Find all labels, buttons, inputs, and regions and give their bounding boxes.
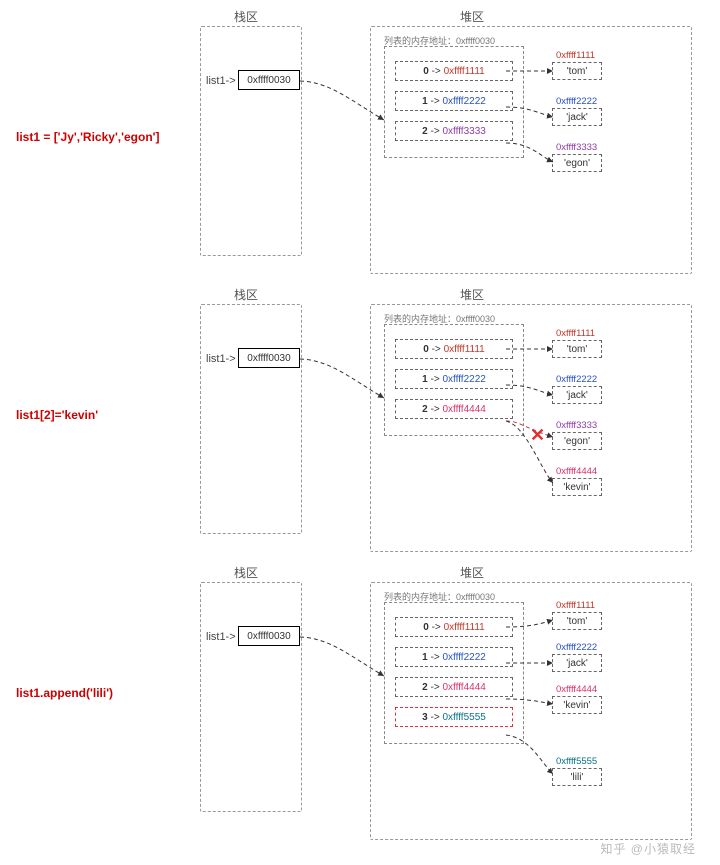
slot-index: 0 bbox=[423, 66, 429, 77]
list-container: 0 -> 0xffff1111 1 -> 0xffff2222 2 -> 0xfff… bbox=[384, 46, 524, 158]
list-container: 0 -> 0xffff1111 1 -> 0xffff2222 2 -> 0xfff… bbox=[384, 324, 524, 436]
value-group: 0xffff1111'tom' bbox=[552, 600, 672, 638]
watermark: 知乎 @小猿取经 bbox=[600, 840, 696, 857]
value-box: 'lili' bbox=[552, 768, 602, 786]
value-box: 'kevin' bbox=[552, 478, 602, 496]
slot-index: 1 bbox=[422, 374, 428, 385]
value-address: 0xffff1111 bbox=[552, 600, 672, 612]
value-box: 'kevin' bbox=[552, 696, 602, 714]
list-slot: 2 -> 0xffff4444 bbox=[395, 677, 513, 697]
value-address: 0xffff2222 bbox=[552, 642, 672, 654]
value-address: 0xffff2222 bbox=[552, 96, 672, 108]
value-address: 0xffff5555 bbox=[552, 756, 672, 768]
heap-title: 堆区 bbox=[460, 286, 484, 303]
slot-index: 2 bbox=[422, 126, 428, 137]
variable-label: list1-> bbox=[206, 631, 236, 643]
slot-index: 1 bbox=[422, 652, 428, 663]
list-slot: 1 -> 0xffff2222 bbox=[395, 369, 513, 389]
value-group: 0xffff2222'jack' bbox=[552, 96, 672, 134]
variable-label: list1-> bbox=[206, 75, 236, 87]
value-group: 0xffff3333'egon' bbox=[552, 142, 672, 180]
list-slot: 1 -> 0xffff2222 bbox=[395, 91, 513, 111]
stack-area bbox=[200, 304, 302, 534]
list-slot: 0 -> 0xffff1111 bbox=[395, 617, 513, 637]
value-address: 0xffff3333 bbox=[552, 142, 672, 154]
slot-index: 2 bbox=[422, 404, 428, 415]
stack-area bbox=[200, 582, 302, 812]
value-address: 0xffff2222 bbox=[552, 374, 672, 386]
heap-title: 堆区 bbox=[460, 8, 484, 25]
diagram-panel: 栈区 堆区 list1.append('lili') list1->0xffff003… bbox=[0, 556, 720, 834]
stack-address-box: 0xffff0030 bbox=[238, 70, 300, 90]
value-group: 0xffff1111'tom' bbox=[552, 50, 672, 88]
value-group: 0xffff2222'jack' bbox=[552, 374, 672, 412]
list-slot: 2 -> 0xffff4444 bbox=[395, 399, 513, 419]
slot-address: 0xffff3333 bbox=[442, 126, 485, 137]
value-box: 'jack' bbox=[552, 386, 602, 404]
value-address: 0xffff4444 bbox=[552, 466, 672, 478]
value-box: 'jack' bbox=[552, 108, 602, 126]
value-box: 'egon' bbox=[552, 432, 602, 450]
value-address: 0xffff1111 bbox=[552, 50, 672, 62]
value-box: 'tom' bbox=[552, 612, 602, 630]
value-group: 0xffff4444'kevin' bbox=[552, 684, 672, 722]
slot-index: 2 bbox=[422, 682, 428, 693]
slot-address: 0xffff2222 bbox=[442, 652, 485, 663]
value-address: 0xffff4444 bbox=[552, 684, 672, 696]
list-slot: 3 -> 0xffff5555 bbox=[395, 707, 513, 727]
stack-title: 栈区 bbox=[234, 286, 258, 303]
stack-address-box: 0xffff0030 bbox=[238, 348, 300, 368]
slot-index: 3 bbox=[422, 712, 428, 723]
heap-title: 堆区 bbox=[460, 564, 484, 581]
value-group: 0xffff5555'lili' bbox=[552, 756, 672, 794]
slot-address: 0xffff4444 bbox=[442, 682, 485, 693]
list-container: 0 -> 0xffff1111 1 -> 0xffff2222 2 -> 0xfff… bbox=[384, 602, 524, 744]
value-box: 'jack' bbox=[552, 654, 602, 672]
variable-label: list1-> bbox=[206, 353, 236, 365]
stack-title: 栈区 bbox=[234, 8, 258, 25]
diagram-panel: 栈区 堆区 list1 = ['Jy','Ricky','egon'] list1->… bbox=[0, 0, 720, 278]
slot-index: 0 bbox=[423, 622, 429, 633]
slot-address: 0xffff2222 bbox=[442, 96, 485, 107]
list-slot: 0 -> 0xffff1111 bbox=[395, 339, 513, 359]
value-group: 0xffff3333'egon' bbox=[552, 420, 672, 458]
slot-address: 0xffff1111 bbox=[444, 66, 485, 77]
slot-address: 0xffff5555 bbox=[442, 712, 485, 723]
slot-index: 0 bbox=[423, 344, 429, 355]
value-group: 0xffff4444'kevin' bbox=[552, 466, 672, 504]
operation-label: list1 = ['Jy','Ricky','egon'] bbox=[16, 130, 160, 144]
list-slot: 1 -> 0xffff2222 bbox=[395, 647, 513, 667]
stack-address-box: 0xffff0030 bbox=[238, 626, 300, 646]
slot-index: 1 bbox=[422, 96, 428, 107]
operation-label: list1.append('lili') bbox=[16, 686, 113, 700]
stack-area bbox=[200, 26, 302, 256]
diagram-panel: 栈区堆区list1[2]='kevin'list1->0xffff0030列表的… bbox=[0, 278, 720, 556]
value-box: 'egon' bbox=[552, 154, 602, 172]
cross-icon: ✕ bbox=[530, 426, 545, 444]
stack-title: 栈区 bbox=[234, 564, 258, 581]
slot-address: 0xffff2222 bbox=[442, 374, 485, 385]
value-address: 0xffff3333 bbox=[552, 420, 672, 432]
slot-address: 0xffff4444 bbox=[442, 404, 485, 415]
slot-address: 0xffff1111 bbox=[444, 344, 485, 355]
value-box: 'tom' bbox=[552, 340, 602, 358]
list-slot: 2 -> 0xffff3333 bbox=[395, 121, 513, 141]
value-group: 0xffff2222'jack' bbox=[552, 642, 672, 680]
list-slot: 0 -> 0xffff1111 bbox=[395, 61, 513, 81]
value-group: 0xffff1111'tom' bbox=[552, 328, 672, 366]
value-address: 0xffff1111 bbox=[552, 328, 672, 340]
slot-address: 0xffff1111 bbox=[444, 622, 485, 633]
operation-label: list1[2]='kevin' bbox=[16, 408, 98, 422]
value-box: 'tom' bbox=[552, 62, 602, 80]
